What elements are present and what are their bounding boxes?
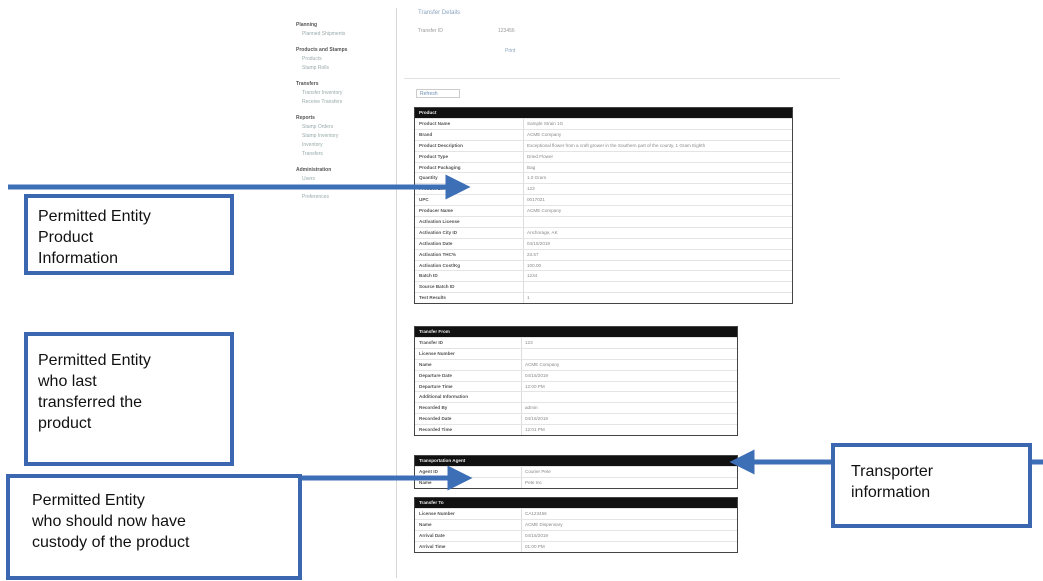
callout-line: Product bbox=[38, 229, 94, 246]
callout-line: who should now have bbox=[32, 513, 186, 530]
callout-custody: Permitted Entity who should now have cus… bbox=[6, 474, 302, 580]
callout-line: Permitted Entity bbox=[38, 208, 151, 225]
callout-line: Permitted Entity bbox=[32, 492, 145, 509]
callout-line: custody of the product bbox=[32, 534, 190, 551]
callout-product-info: Permitted Entity Product Information bbox=[24, 194, 234, 275]
callout-line: transferred the bbox=[38, 394, 143, 411]
callout-line: who last bbox=[38, 373, 97, 390]
callout-line: Permitted Entity bbox=[38, 352, 151, 369]
callout-line: Information bbox=[38, 250, 119, 267]
callout-line: Transporter bbox=[851, 463, 934, 480]
callout-line: product bbox=[38, 415, 92, 432]
callout-transporter: Transporter information bbox=[831, 443, 1032, 528]
callout-last-transferred: Permitted Entity who last transferred th… bbox=[24, 332, 234, 466]
callout-line: information bbox=[851, 484, 931, 501]
